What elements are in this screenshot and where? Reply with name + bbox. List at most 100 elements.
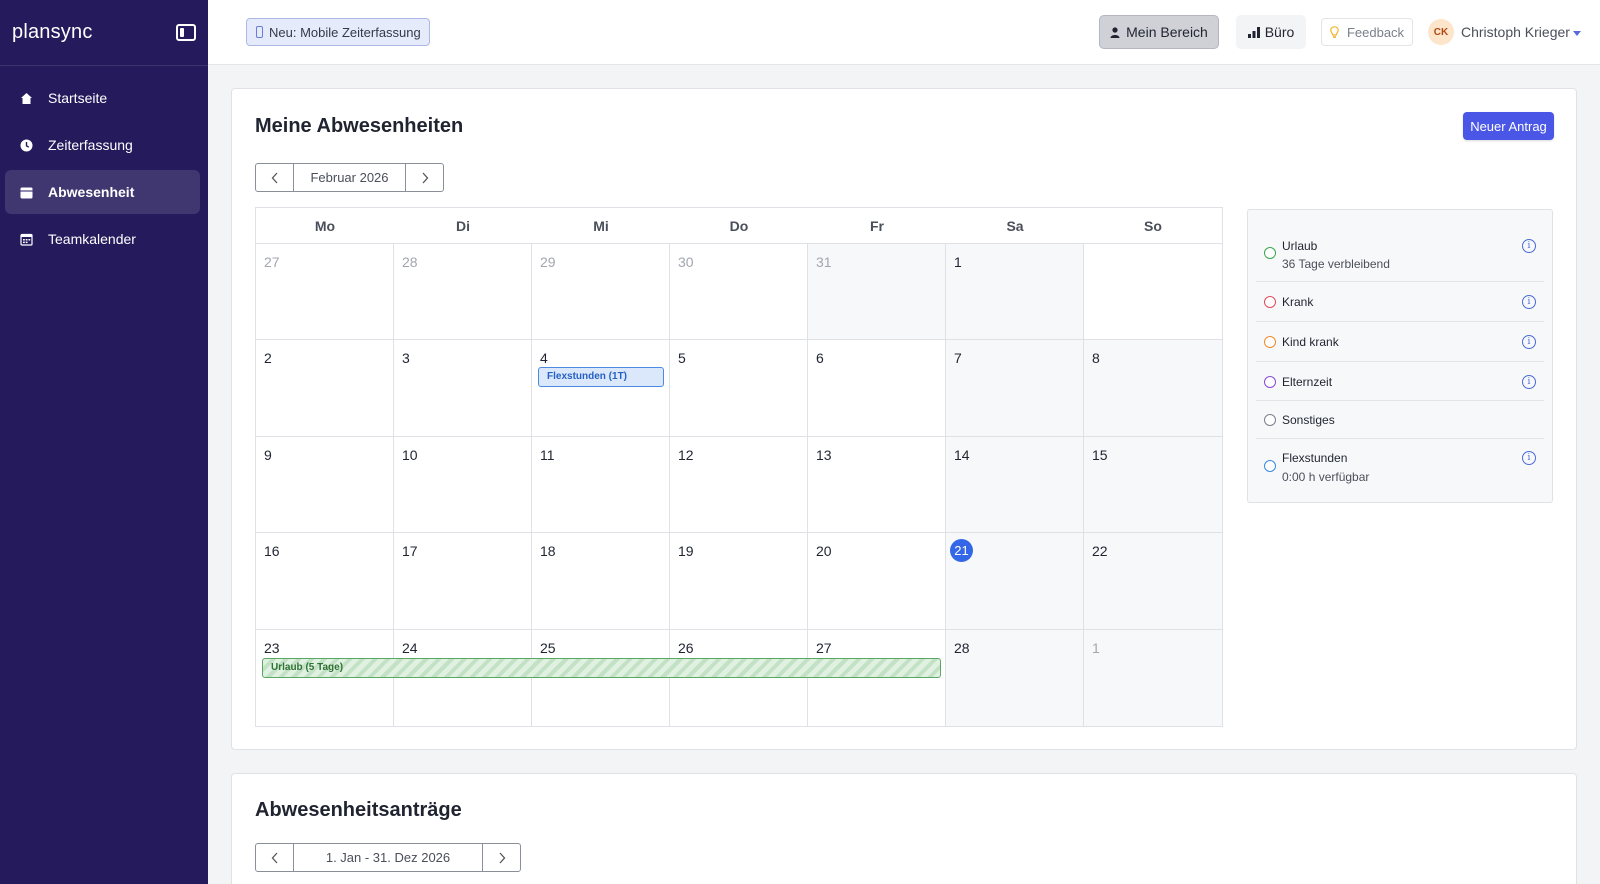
previous-range-button[interactable]: [256, 844, 293, 871]
flexstunden-event[interactable]: Flexstunden (1T): [538, 367, 664, 388]
calendar-day[interactable]: 30: [670, 244, 808, 340]
legend-label: Krank: [1282, 295, 1314, 309]
calendar-day[interactable]: 12: [670, 436, 808, 533]
calendar-day[interactable]: 5: [670, 340, 808, 436]
calendar-day[interactable]: 28: [946, 629, 1084, 726]
home-icon: [20, 92, 33, 105]
current-month[interactable]: Februar 2026: [293, 164, 406, 191]
sidebar: plansync Startseite Zeiterfassung Abwese…: [0, 0, 208, 884]
month-calendar: Mo Di Mi Do Fr Sa So 27 28 29 30 31 1 2 …: [255, 207, 1223, 727]
calendar-day[interactable]: 15: [1084, 436, 1222, 533]
calendar-day[interactable]: 11: [532, 436, 670, 533]
calendar-day[interactable]: 19: [670, 533, 808, 629]
calendar-day[interactable]: 29: [532, 244, 670, 340]
mein-bereich-button[interactable]: Mein Bereich: [1099, 15, 1219, 49]
brand-logo: plansync: [12, 21, 93, 43]
calendar-day[interactable]: 2: [256, 340, 394, 436]
weekday-sa: Sa: [1006, 218, 1024, 234]
calendar-day[interactable]: 1: [946, 244, 1084, 340]
new-feature-badge[interactable]: Neu: Mobile Zeiterfassung: [246, 18, 430, 46]
calendar-day[interactable]: 20: [808, 533, 946, 629]
sidebar-toggle-icon[interactable]: [176, 24, 196, 41]
requests-card: Abwesenheitsanträge 1. Jan - 31. Dez 202…: [231, 773, 1577, 884]
mein-bereich-label: Mein Bereich: [1126, 24, 1208, 40]
calendar-day[interactable]: 18: [532, 533, 670, 629]
info-icon[interactable]: i: [1522, 335, 1536, 349]
legend-item-sonstiges[interactable]: Sonstiges: [1256, 401, 1544, 439]
day-number: 2: [264, 350, 272, 367]
weekday-do: Do: [729, 218, 749, 234]
previous-month-button[interactable]: [256, 164, 293, 191]
info-icon[interactable]: i: [1522, 375, 1536, 389]
day-number: 6: [816, 350, 824, 367]
day-number: 1: [954, 254, 962, 270]
calendar-day[interactable]: 22: [1084, 533, 1222, 629]
calendar-day[interactable]: 17: [394, 533, 532, 629]
day-number: 20: [816, 543, 832, 560]
calendar-day[interactable]: 9: [256, 436, 394, 533]
calendar-day[interactable]: 14: [946, 436, 1084, 533]
month-pager: Februar 2026: [255, 163, 444, 192]
legend-item-kind-krank[interactable]: Kind krank i: [1256, 322, 1544, 362]
sidebar-item-abwesenheit[interactable]: Abwesenheit: [5, 170, 200, 214]
calendar-day[interactable]: 16: [256, 533, 394, 629]
calendar-day[interactable]: 28: [394, 244, 532, 340]
day-number: 29: [540, 254, 556, 270]
buero-button[interactable]: Büro: [1236, 15, 1306, 49]
day-number: 3: [402, 350, 410, 367]
calendar-day-today[interactable]: 21: [946, 533, 1084, 629]
info-icon[interactable]: i: [1522, 295, 1536, 309]
day-number: 28: [954, 639, 970, 656]
new-request-button[interactable]: Neuer Antrag: [1463, 112, 1554, 140]
weekday-header: Mo Di Mi Do Fr Sa So: [256, 208, 1222, 244]
calendar-day[interactable]: 25: [532, 629, 670, 726]
status-dot-icon: [1264, 247, 1276, 259]
avatar[interactable]: CK: [1428, 19, 1454, 45]
chevron-left-icon: [271, 852, 277, 863]
calendar-day[interactable]: 8: [1084, 340, 1222, 436]
sidebar-item-teamkalender[interactable]: Teamkalender: [5, 217, 200, 261]
day-number: 17: [402, 543, 418, 560]
calendar-day[interactable]: 27: [808, 629, 946, 726]
day-number: 23: [264, 639, 280, 656]
legend-label: Urlaub: [1282, 239, 1318, 253]
day-number: 4: [540, 350, 548, 367]
chevron-right-icon: [499, 852, 505, 863]
info-icon[interactable]: i: [1522, 239, 1536, 253]
status-dot-icon: [1264, 376, 1276, 388]
info-icon[interactable]: i: [1522, 451, 1536, 465]
legend-item-flexstunden[interactable]: Flexstunden 0:00 h verfügbar i: [1256, 439, 1544, 499]
day-number: 1: [1092, 639, 1100, 656]
next-month-button[interactable]: [406, 164, 443, 191]
legend-item-krank[interactable]: Krank i: [1256, 282, 1544, 322]
calendar-day[interactable]: 13: [808, 436, 946, 533]
requests-title: Abwesenheitsanträge: [255, 799, 462, 821]
legend-item-urlaub[interactable]: Urlaub 36 Tage verbleibend i: [1256, 210, 1544, 282]
calendar-day[interactable]: 27: [256, 244, 394, 340]
calendar-day[interactable]: 6: [808, 340, 946, 436]
calendar-day[interactable]: 1: [1084, 629, 1222, 726]
calendar-day[interactable]: [1084, 244, 1222, 340]
user-menu[interactable]: Christoph Krieger: [1461, 24, 1581, 40]
calendar-day[interactable]: 10: [394, 436, 532, 533]
sidebar-item-zeiterfassung[interactable]: Zeiterfassung: [5, 123, 200, 167]
date-range[interactable]: 1. Jan - 31. Dez 2026: [293, 844, 483, 871]
day-number: 15: [1092, 446, 1108, 463]
calendar-day[interactable]: 31: [808, 244, 946, 340]
urlaub-event[interactable]: Urlaub (5 Tage): [262, 657, 941, 678]
calendar-day[interactable]: 24: [394, 629, 532, 726]
legend-item-elternzeit[interactable]: Elternzeit i: [1256, 362, 1544, 401]
day-number: 10: [402, 446, 418, 463]
day-number: 13: [816, 446, 832, 463]
sidebar-item-startseite[interactable]: Startseite: [5, 76, 200, 120]
feedback-button[interactable]: Feedback: [1321, 18, 1413, 46]
calendar-day[interactable]: 4 Flexstunden (1T): [532, 340, 670, 436]
day-number: 5: [678, 350, 686, 367]
next-range-button[interactable]: [483, 844, 520, 871]
calendar-day[interactable]: 26: [670, 629, 808, 726]
calendar-day[interactable]: 7: [946, 340, 1084, 436]
calendar-day[interactable]: 3: [394, 340, 532, 436]
day-number: 8: [1092, 350, 1100, 367]
new-feature-label: Neu: Mobile Zeiterfassung: [269, 24, 421, 40]
calendar-day[interactable]: 23 Urlaub (5 Tage): [256, 629, 941, 726]
